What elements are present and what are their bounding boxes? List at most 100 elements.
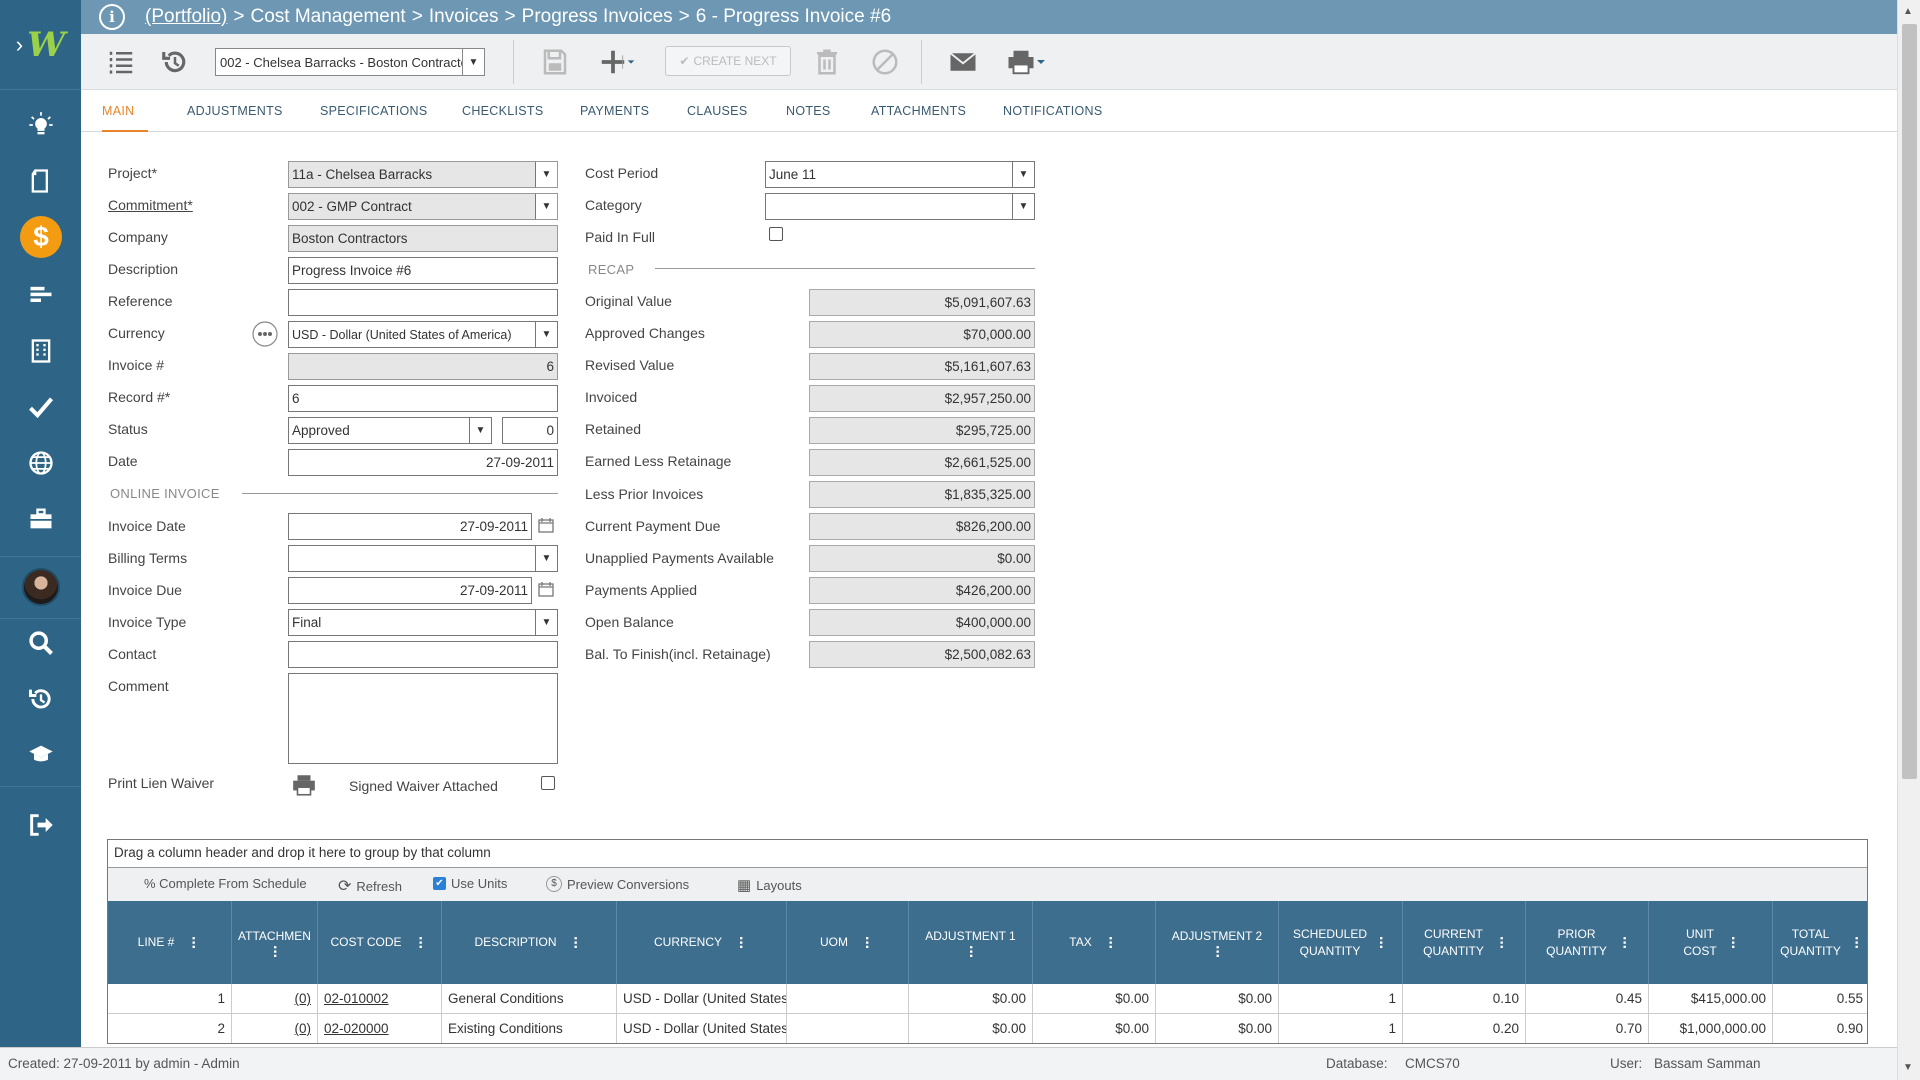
use-units-toggle[interactable]: ✔ Use Units [433, 876, 507, 891]
chevron-down-icon[interactable]: ▼ [535, 162, 557, 187]
chevron-down-icon[interactable]: ▼ [535, 194, 557, 219]
column-menu-icon[interactable]: ··· [1493, 936, 1510, 949]
invoice-date-field[interactable]: 27-09-2011 [288, 513, 532, 540]
sidebar-buildings-icon[interactable] [0, 326, 81, 376]
column-menu-icon[interactable]: ··· [567, 936, 584, 949]
sidebar-briefcase-icon[interactable] [0, 494, 81, 544]
chevron-down-icon[interactable]: ▼ [535, 546, 557, 571]
scroll-up-icon[interactable]: ▲ [1903, 6, 1913, 17]
comment-textarea[interactable] [288, 673, 558, 764]
chevron-down-icon[interactable]: ▼ [1012, 162, 1034, 187]
currency-select[interactable]: USD - Dollar (United States of America) ▼ [288, 321, 558, 348]
column-menu-icon[interactable]: ··· [1616, 936, 1633, 949]
scroll-down-icon[interactable]: ▼ [1903, 1062, 1913, 1073]
delete-icon[interactable] [809, 44, 845, 80]
project-select[interactable]: 11a - Chelsea Barracks ▼ [288, 161, 558, 188]
history-icon[interactable] [157, 44, 193, 80]
record-selector[interactable]: 002 - Chelsea Barracks - Boston Contract… [215, 48, 485, 76]
vertical-scrollbar[interactable]: ▲ ▼ [1897, 0, 1920, 1080]
more-options-icon[interactable] [252, 321, 278, 347]
column-header-prior-quantity[interactable]: PRIOR QUANTITY ··· [1526, 901, 1649, 984]
commitment-select[interactable]: 002 - GMP Contract ▼ [288, 193, 558, 220]
invoice-type-select[interactable]: Final ▼ [288, 609, 558, 636]
column-header-currency[interactable]: CURRENCY ··· [617, 901, 787, 984]
sidebar-schedule-icon[interactable] [0, 270, 81, 320]
use-units-checkbox[interactable]: ✔ [433, 877, 446, 890]
attachments-link[interactable]: (0) [295, 1021, 312, 1036]
app-logo[interactable]: › W [0, 0, 81, 90]
invoice-due-field[interactable]: 27-09-2011 [288, 577, 532, 604]
contact-field[interactable] [288, 641, 558, 668]
sidebar-logout-icon[interactable] [0, 800, 81, 850]
column-menu-icon[interactable]: ··· [1724, 936, 1741, 949]
sidebar-globe-icon[interactable] [0, 438, 81, 488]
sidebar-history-icon[interactable] [0, 674, 81, 724]
column-header-scheduled-quantity[interactable]: SCHEDULED QUANTITY ··· [1279, 901, 1403, 984]
column-header-adjustment-2[interactable]: ADJUSTMENT 2 ··· [1156, 901, 1279, 984]
column-menu-icon[interactable]: ··· [266, 945, 283, 958]
chevron-down-icon[interactable]: ▼ [462, 49, 484, 75]
add-dropdown-icon[interactable] [621, 44, 641, 80]
save-icon[interactable] [537, 44, 573, 80]
sidebar-ideas-icon[interactable] [0, 100, 81, 150]
cost-code-link[interactable]: 02-020000 [324, 1021, 389, 1036]
user-avatar[interactable] [22, 568, 60, 606]
create-next-button[interactable]: ✔ CREATE NEXT [665, 46, 791, 76]
column-header-unit-cost[interactable]: UNIT COST ··· [1649, 901, 1773, 984]
group-by-drop-zone[interactable]: Drag a column header and drop it here to… [108, 840, 1867, 868]
record-number-field[interactable]: 6 [288, 385, 558, 412]
column-menu-icon[interactable]: ··· [858, 936, 875, 949]
sidebar-cost-management-icon[interactable]: $ [20, 216, 62, 258]
column-menu-icon[interactable]: ··· [732, 936, 749, 949]
tab-adjustments[interactable]: ADJUSTMENTS [187, 90, 283, 132]
paid-in-full-checkbox[interactable] [769, 227, 783, 241]
cost-code-link[interactable]: 02-010002 [324, 991, 389, 1006]
chevron-down-icon[interactable]: ▼ [535, 610, 557, 635]
current-quantity-cell[interactable]: 0.10 [1403, 984, 1526, 1014]
calendar-icon[interactable] [538, 581, 554, 597]
signed-waiver-checkbox[interactable] [541, 776, 555, 790]
column-menu-icon[interactable]: ··· [1102, 936, 1119, 949]
column-menu-icon[interactable]: ··· [962, 945, 979, 958]
tab-checklists[interactable]: CHECKLISTS [462, 90, 544, 132]
tab-specifications[interactable]: SPECIFICATIONS [320, 90, 427, 132]
expand-sidebar-icon[interactable]: › [16, 32, 23, 58]
tab-notes[interactable]: NOTES [786, 90, 831, 132]
chevron-down-icon[interactable]: ▼ [469, 418, 491, 443]
column-menu-icon[interactable]: ··· [1848, 936, 1865, 949]
tab-payments[interactable]: PAYMENTS [580, 90, 649, 132]
percent-complete-button[interactable]: % Complete From Schedule [144, 876, 307, 891]
description-field[interactable]: Progress Invoice #6 [288, 257, 558, 284]
email-icon[interactable] [945, 44, 981, 80]
column-menu-icon[interactable]: ··· [1209, 945, 1226, 958]
status-select[interactable]: Approved ▼ [288, 417, 492, 444]
column-header-adjustment-1[interactable]: ADJUSTMENT 1 ··· [909, 901, 1033, 984]
attachments-link[interactable]: (0) [295, 991, 312, 1006]
sidebar-documents-icon[interactable] [0, 156, 81, 206]
column-header-attachments[interactable]: ATTACHMEN ··· [232, 901, 318, 984]
tab-clauses[interactable]: CLAUSES [687, 90, 747, 132]
column-header-description[interactable]: DESCRIPTION ··· [442, 901, 617, 984]
list-view-icon[interactable] [103, 44, 139, 80]
void-icon[interactable] [867, 44, 903, 80]
column-menu-icon[interactable]: ··· [184, 936, 201, 949]
column-header-uom[interactable]: UOM ··· [787, 901, 909, 984]
scrollbar-thumb[interactable] [1902, 24, 1917, 779]
date-field[interactable]: 27-09-2011 [288, 449, 558, 476]
column-menu-icon[interactable]: ··· [1372, 936, 1389, 949]
cost-period-select[interactable]: June 11 ▼ [765, 161, 1035, 188]
calendar-icon[interactable] [538, 517, 554, 533]
breadcrumb-portfolio-link[interactable]: (Portfolio) [145, 6, 227, 28]
column-header-line[interactable]: LINE # ··· [108, 901, 232, 984]
billing-terms-select[interactable]: ▼ [288, 545, 558, 572]
layouts-button[interactable]: ▦ Layouts [737, 876, 802, 894]
sidebar-search-icon[interactable] [0, 618, 81, 668]
chevron-down-icon[interactable]: ▼ [535, 322, 557, 347]
print-dropdown-icon[interactable] [1033, 44, 1049, 80]
column-header-cost-code[interactable]: COST CODE ··· [318, 901, 442, 984]
table-row[interactable]: 2 (0) 02-020000 Existing Conditions USD … [108, 1014, 1867, 1043]
commitment-link[interactable]: Commitment* [108, 197, 193, 213]
tab-notifications[interactable]: NOTIFICATIONS [1003, 90, 1103, 132]
column-menu-icon[interactable]: ··· [412, 936, 429, 949]
status-number-field[interactable]: 0 [502, 417, 558, 444]
